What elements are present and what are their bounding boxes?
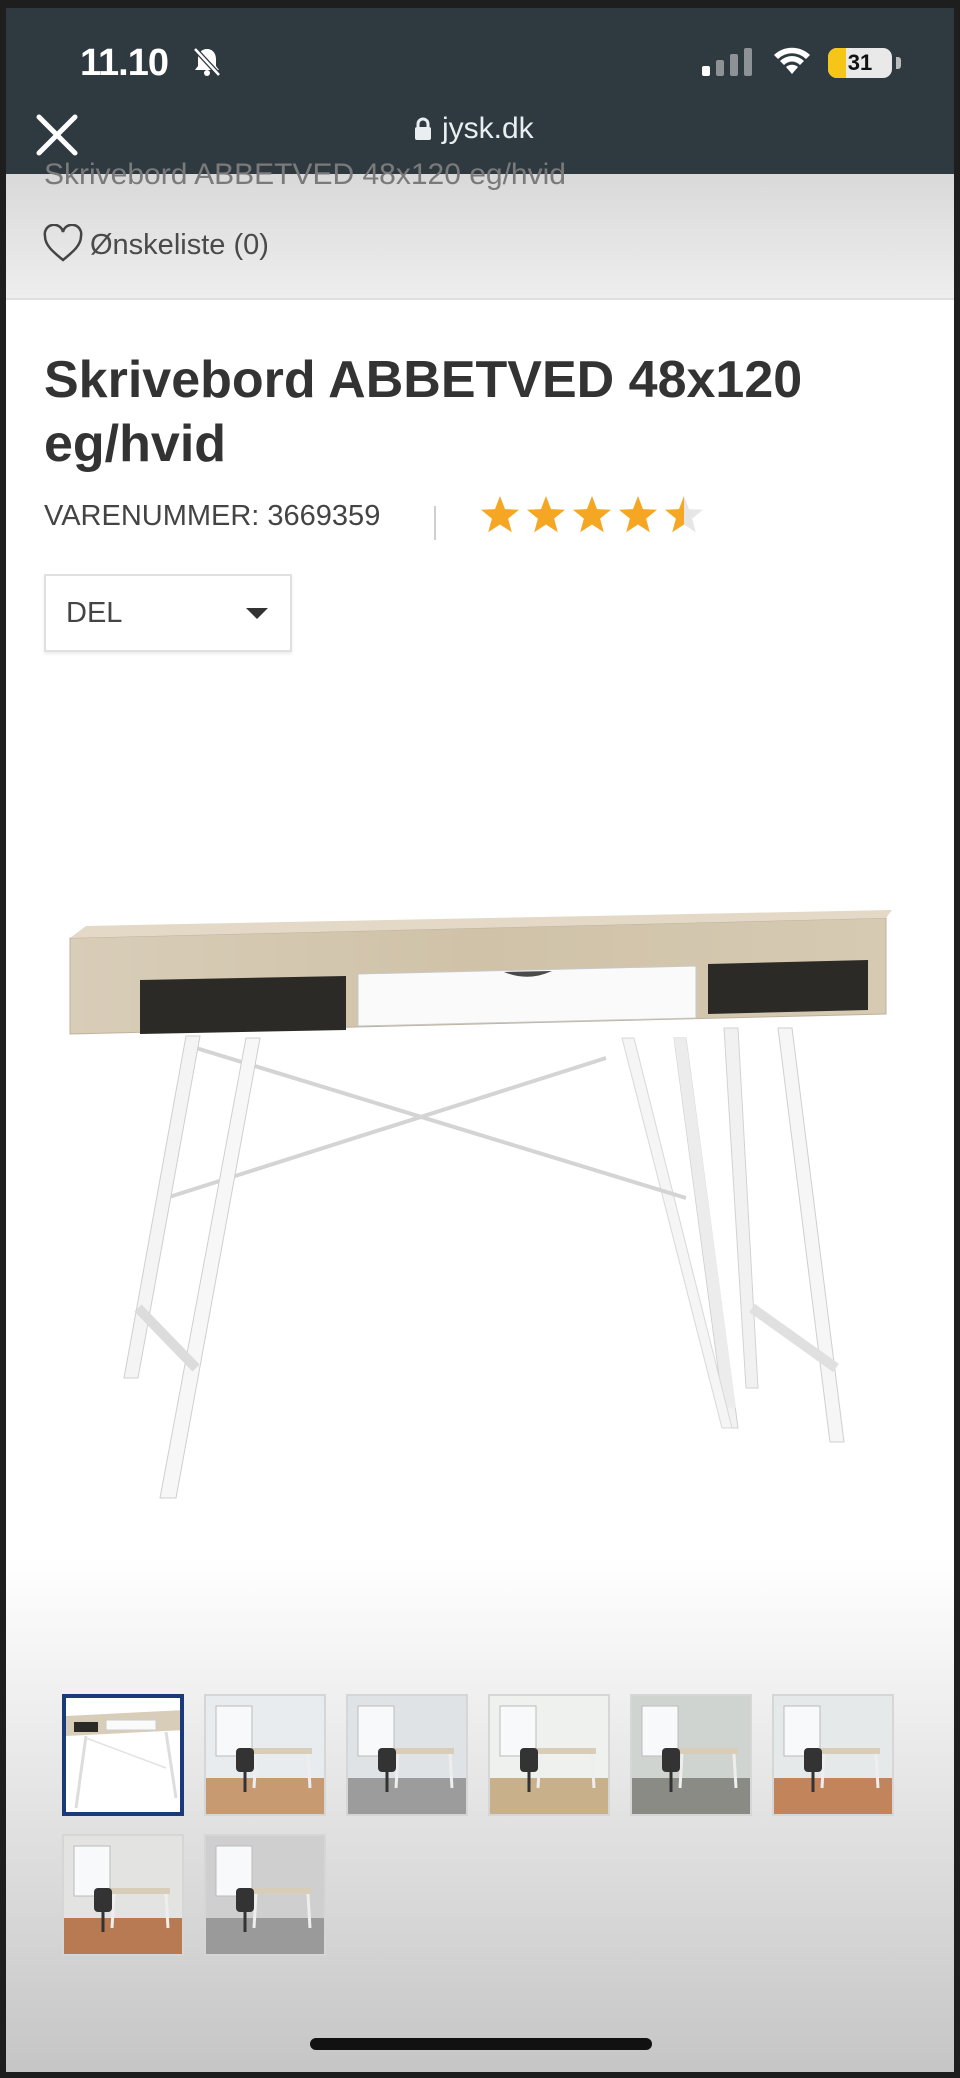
thumbnail-desk-room-scene-3[interactable] xyxy=(488,1694,610,1816)
thumbnail-desk-room-scene-2[interactable] xyxy=(346,1694,468,1816)
wifi-icon xyxy=(772,46,812,81)
thumbnail-desk-room-scene-4[interactable] xyxy=(630,1694,752,1816)
star-icon xyxy=(665,496,703,533)
breadcrumb[interactable]: Skrivebord ABBETVED 48x120 eg/hvid xyxy=(44,158,566,192)
browser-top-bar: 11.10 31 jysk.dk xyxy=(6,8,954,174)
share-dropdown[interactable]: DEL xyxy=(44,574,292,652)
url-display[interactable]: jysk.dk xyxy=(414,112,534,146)
star-icon xyxy=(481,496,519,533)
divider xyxy=(434,506,436,540)
battery-indicator: 31 xyxy=(828,48,892,78)
close-icon[interactable] xyxy=(34,112,80,158)
product-main-image[interactable] xyxy=(46,868,906,1513)
battery-level: 31 xyxy=(847,50,873,75)
star-icon xyxy=(527,496,565,533)
url-text: jysk.dk xyxy=(442,112,534,145)
chevron-down-icon xyxy=(246,608,268,619)
product-title: Skrivebord ABBETVED 48x120 eg/hvid xyxy=(44,351,803,473)
thumbnail-desk-product-only[interactable] xyxy=(62,1694,184,1816)
thumbnail-desk-room-scene-1[interactable] xyxy=(204,1694,326,1816)
wishlist-link[interactable]: Ønskeliste (0) xyxy=(42,223,269,264)
home-indicator[interactable] xyxy=(310,2038,652,2050)
heart-icon xyxy=(43,223,83,262)
share-label: DEL xyxy=(66,597,123,629)
lock-icon xyxy=(415,117,431,140)
thumbnail-desk-room-scene-5[interactable] xyxy=(772,1694,894,1816)
cellular-signal-icon xyxy=(702,48,758,81)
rating-stars[interactable] xyxy=(476,492,716,543)
star-icon xyxy=(619,496,657,533)
status-time: 11.10 xyxy=(80,42,169,84)
phone-screen: 11.10 31 jysk.dk Skrivebord ABBETVED 48x… xyxy=(6,8,954,2072)
item-number: VARENUMMER: 3669359 xyxy=(44,500,381,532)
thumbnail-desk-room-scene-6[interactable] xyxy=(62,1834,184,1956)
wishlist-label: Ønskeliste (0) xyxy=(90,229,269,261)
bell-slash-icon xyxy=(192,46,222,83)
page-header: Skrivebord ABBETVED 48x120 eg/hvid Ønske… xyxy=(6,158,954,300)
thumbnail-desk-room-scene-7[interactable] xyxy=(204,1834,326,1956)
star-icon xyxy=(573,496,611,533)
